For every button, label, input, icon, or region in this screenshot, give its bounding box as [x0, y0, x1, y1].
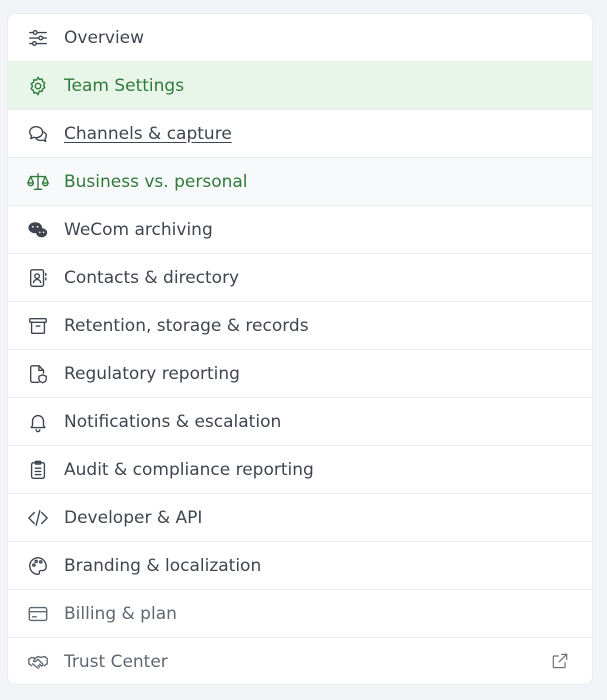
- nav-item-label: Retention, storage & records: [64, 316, 309, 336]
- nav-item-label: Developer & API: [64, 508, 203, 528]
- nav-item-label: Trust Center: [64, 652, 168, 672]
- settings-nav-panel: Overview Team Settings Channels & captur…: [8, 14, 592, 684]
- nav-item-retention-storage-records[interactable]: Retention, storage & records: [8, 302, 592, 350]
- wechat-icon: [27, 219, 49, 241]
- clipboard-list-icon: [27, 459, 49, 481]
- nav-item-regulatory-reporting[interactable]: Regulatory reporting: [8, 350, 592, 398]
- nav-item-audit-compliance[interactable]: Audit & compliance reporting: [8, 446, 592, 494]
- nav-item-label: Contacts & directory: [64, 268, 240, 288]
- nav-item-label: Channels & capture: [64, 124, 232, 144]
- gear-icon: [27, 75, 49, 97]
- handshake-icon: [27, 651, 49, 673]
- nav-item-notifications-escalation[interactable]: Notifications & escalation: [8, 398, 592, 446]
- nav-item-overview[interactable]: Overview: [8, 14, 592, 62]
- nav-item-wecom-archiving[interactable]: WeCom archiving: [8, 206, 592, 254]
- nav-item-label: Audit & compliance reporting: [64, 460, 314, 480]
- nav-item-label: Notifications & escalation: [64, 412, 282, 432]
- nav-item-label: Team Settings: [64, 76, 185, 96]
- file-shield-icon: [27, 363, 49, 385]
- nav-item-business-vs-personal[interactable]: Business vs. personal: [8, 158, 592, 206]
- nav-item-team-settings[interactable]: Team Settings: [8, 62, 592, 110]
- credit-card-icon: [27, 603, 49, 625]
- nav-item-label: Regulatory reporting: [64, 364, 240, 384]
- nav-item-label: Overview: [64, 28, 145, 48]
- chat-bubbles-icon: [27, 123, 49, 145]
- contact-book-icon: [27, 267, 49, 289]
- archive-box-icon: [27, 315, 49, 337]
- nav-item-developer-api[interactable]: Developer & API: [8, 494, 592, 542]
- code-icon: [27, 507, 49, 529]
- scale-icon: [27, 171, 49, 193]
- nav-item-label: Branding & localization: [64, 556, 262, 576]
- nav-item-contacts-directory[interactable]: Contacts & directory: [8, 254, 592, 302]
- nav-item-branding-localization[interactable]: Branding & localization: [8, 542, 592, 590]
- nav-item-trust-center[interactable]: Trust Center: [8, 638, 592, 684]
- bell-icon: [27, 411, 49, 433]
- nav-item-channels-capture[interactable]: Channels & capture: [8, 110, 592, 158]
- nav-item-billing-plan[interactable]: Billing & plan: [8, 590, 592, 638]
- palette-icon: [27, 555, 49, 577]
- nav-item-label: Business vs. personal: [64, 172, 248, 192]
- sliders-icon: [27, 27, 49, 49]
- nav-item-label: WeCom archiving: [64, 220, 213, 240]
- external-link-icon[interactable]: [550, 651, 570, 671]
- nav-item-label: Billing & plan: [64, 604, 177, 624]
